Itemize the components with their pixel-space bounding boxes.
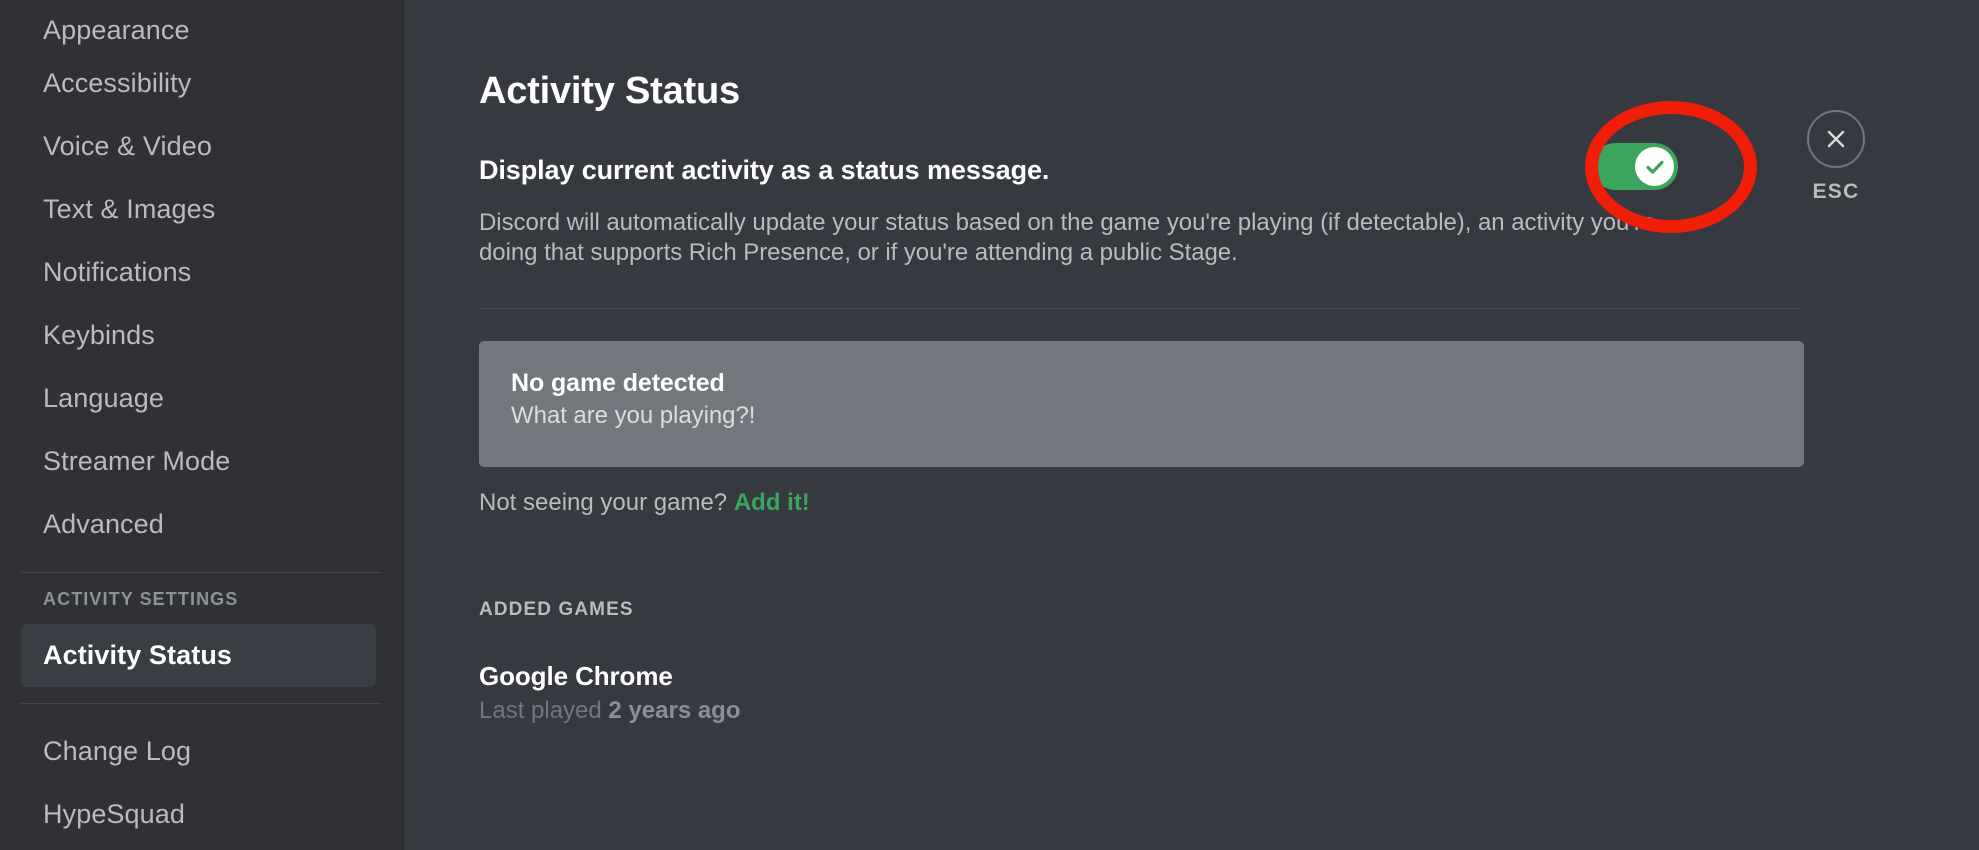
- no-game-detected-card[interactable]: No game detected What are you playing?!: [479, 340, 1804, 467]
- sidebar-item-label: Voice & Video: [43, 131, 212, 161]
- discord-user-settings-window: Appearance Accessibility Voice & Video T…: [0, 0, 1979, 850]
- sidebar-item-label: Activity Status: [43, 640, 233, 670]
- settings-sidebar: Appearance Accessibility Voice & Video T…: [0, 0, 404, 850]
- game-card-subtitle: What are you playing?!: [511, 401, 756, 429]
- add-game-link[interactable]: Add it!: [734, 489, 810, 516]
- add-game-row: Not seeing your game? Add it!: [479, 489, 1979, 517]
- sidebar-item-label: Appearance: [43, 15, 190, 45]
- activity-toggle-label: Display current activity as a status mes…: [479, 155, 1050, 185]
- game-card-title: No game detected: [511, 368, 725, 397]
- activity-description: Discord will automatically update your s…: [479, 209, 1656, 267]
- added-game-meta-prefix: Last played: [479, 696, 609, 724]
- esc-label: ESC: [1812, 180, 1860, 203]
- sidebar-item-label: Language: [43, 383, 164, 413]
- sidebar-item-activity-status[interactable]: Activity Status: [21, 624, 376, 687]
- added-games-header: ADDED GAMES: [479, 598, 634, 620]
- sidebar-item-appearance[interactable]: Appearance: [21, 0, 376, 52]
- close-settings-block: ESC: [1777, 110, 1895, 204]
- sidebar-item-label: Keybinds: [43, 320, 155, 350]
- sidebar-item-label: Change Log: [43, 736, 192, 766]
- sidebar-divider: [21, 703, 381, 704]
- added-game-name: Google Chrome: [479, 660, 673, 691]
- add-game-prompt: Not seeing your game?: [479, 488, 728, 516]
- sidebar-item-label: Accessibility: [43, 68, 192, 98]
- sidebar-item-label: Text & Images: [43, 194, 216, 224]
- sidebar-divider: [21, 572, 381, 573]
- sidebar-item-streamer-mode[interactable]: Streamer Mode: [21, 430, 376, 493]
- page-title: Activity Status: [479, 70, 740, 112]
- close-x-icon: [1827, 130, 1845, 148]
- activity-toggle-row: Display current activity as a status mes…: [479, 154, 1709, 186]
- sidebar-item-notifications[interactable]: Notifications: [21, 241, 376, 304]
- added-game-row[interactable]: Google Chrome Last played 2 years ago: [479, 661, 1979, 725]
- sidebar-section-activity-settings: ACTIVITY SETTINGS: [43, 589, 239, 609]
- sidebar-item-label: Advanced: [43, 509, 164, 539]
- sidebar-item-label: Streamer Mode: [43, 446, 231, 476]
- sidebar-item-language[interactable]: Language: [21, 367, 376, 430]
- toggle-knob: [1635, 147, 1674, 186]
- added-game-meta: Last played 2 years ago: [479, 697, 1979, 725]
- check-icon: [1645, 160, 1664, 174]
- sidebar-item-voice-and-video[interactable]: Voice & Video: [21, 115, 376, 178]
- content-divider: [479, 307, 1804, 309]
- sidebar-item-label: Notifications: [43, 257, 192, 287]
- sidebar-item-accessibility[interactable]: Accessibility: [21, 52, 376, 115]
- close-button[interactable]: [1807, 110, 1865, 168]
- activity-status-toggle-wrapper: [1592, 143, 1678, 190]
- activity-status-panel: Activity Status Display current activity…: [404, 0, 1979, 850]
- sidebar-item-hypesquad[interactable]: HypeSquad: [21, 783, 376, 846]
- added-game-meta-value: 2 years ago: [608, 696, 741, 724]
- sidebar-item-label: HypeSquad: [43, 799, 186, 829]
- sidebar-item-advanced[interactable]: Advanced: [21, 493, 376, 556]
- sidebar-item-keybinds[interactable]: Keybinds: [21, 304, 376, 367]
- activity-status-toggle[interactable]: [1592, 143, 1678, 190]
- sidebar-item-change-log[interactable]: Change Log: [21, 720, 376, 783]
- sidebar-item-text-and-images[interactable]: Text & Images: [21, 178, 376, 241]
